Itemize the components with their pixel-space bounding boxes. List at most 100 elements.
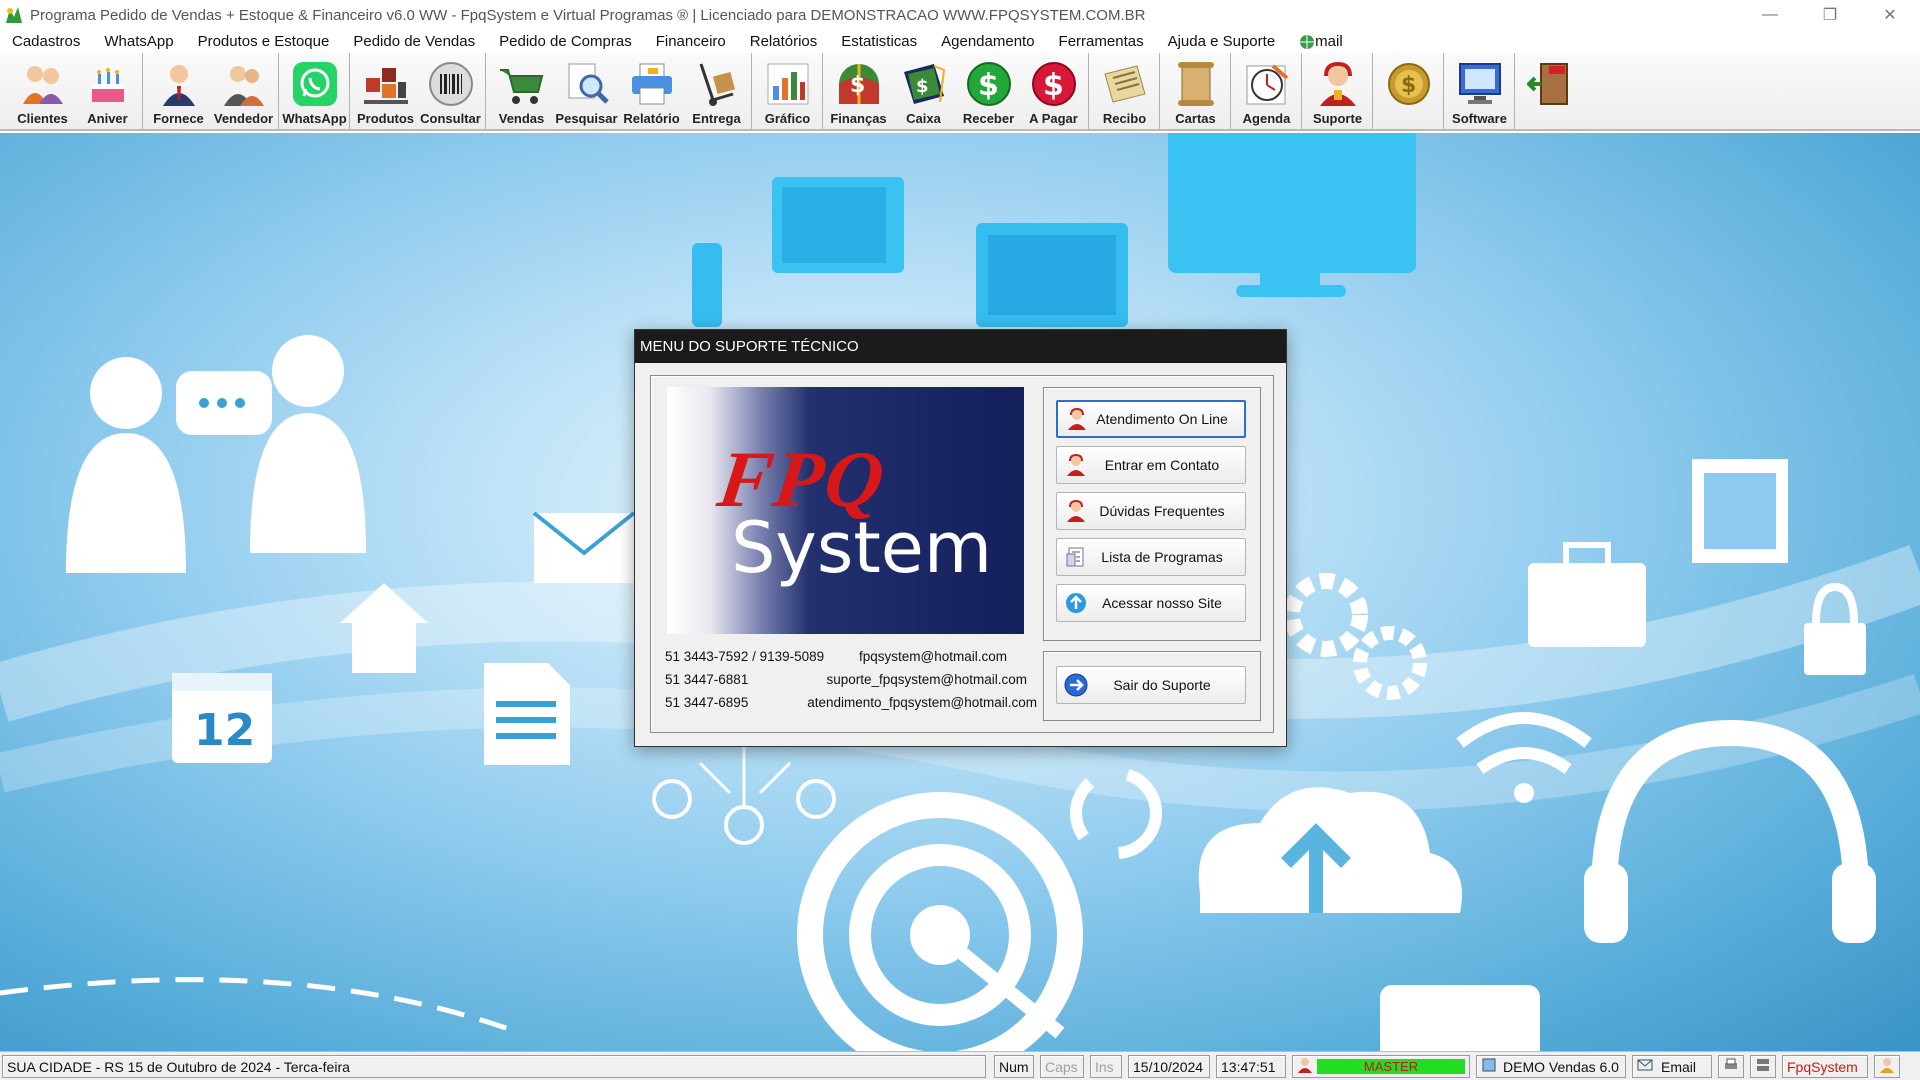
support-agent-icon [1313, 59, 1363, 109]
status-email-button[interactable]: Email [1632, 1055, 1712, 1078]
toolbar-apagar-button[interactable]: $ A Pagar [1021, 53, 1086, 129]
faq-button[interactable]: Dúvidas Frequentes [1056, 492, 1246, 530]
printer-icon [1723, 1057, 1739, 1076]
document-list-icon [1063, 544, 1089, 570]
menu-email[interactable]: mail [1287, 33, 1355, 50]
menu-agendamento[interactable]: Agendamento [929, 33, 1046, 50]
shopping-cart-icon [497, 59, 547, 109]
supplier-icon [154, 59, 204, 109]
menu-bar: Cadastros WhatsApp Produtos e Estoque Pe… [0, 30, 1920, 53]
seller-icon [219, 59, 269, 109]
barcode-icon [426, 59, 476, 109]
menu-whatsapp[interactable]: WhatsApp [92, 33, 185, 50]
support-agent-icon [1063, 498, 1089, 524]
exit-panel: Sair do Suporte [1043, 651, 1261, 721]
toolbar-consultar-button[interactable]: Consultar [418, 53, 483, 129]
email-globe-icon [1300, 34, 1315, 49]
app-logo-icon [4, 5, 24, 25]
status-bar: SUA CIDADE - RS 15 de Outubro de 2024 - … [0, 1051, 1920, 1080]
status-caps: Caps [1040, 1055, 1084, 1078]
menu-pedido-compras[interactable]: Pedido de Compras [487, 33, 644, 50]
toolbar: Clientes Aniver Fornece Vendedor WhatsAp… [0, 53, 1920, 131]
contact-email: suporte_fpqsystem@hotmail.com [826, 672, 1027, 687]
toolbar-vendedor-button[interactable]: Vendedor [211, 53, 276, 129]
support-agent-icon [1064, 406, 1090, 432]
agenda-clock-icon [1242, 59, 1292, 109]
menu-produtos-estoque[interactable]: Produtos e Estoque [186, 33, 342, 50]
svg-text:$: $ [1401, 73, 1416, 98]
toolbar-relatorio-button[interactable]: Relatório [619, 53, 684, 129]
toolbar-aniver-button[interactable]: Aniver [75, 53, 140, 129]
products-icon [361, 59, 411, 109]
toolbar-clientes-button[interactable]: Clientes [10, 53, 75, 129]
menu-financeiro[interactable]: Financeiro [644, 33, 738, 50]
toolbar-exit-button[interactable] [1518, 53, 1583, 129]
gold-coin-icon: $ [1384, 59, 1434, 109]
bar-chart-icon [763, 59, 813, 109]
cash-book-icon: $ [899, 59, 949, 109]
contact-list: 51 3443-7592 / 9139-5089 fpqsystem@hotma… [665, 646, 1037, 715]
whatsapp-icon [290, 59, 340, 109]
contact-us-button[interactable]: Entrar em Contato [1056, 446, 1246, 484]
toolbar-coins-button[interactable]: $ [1376, 53, 1441, 129]
toolbar-recibo-button[interactable]: Recibo [1092, 53, 1157, 129]
email-label: Email [1661, 1058, 1697, 1075]
receipt-icon [1100, 59, 1150, 109]
contact-phone: 51 3447-6881 [665, 672, 749, 687]
toolbar-fornece-button[interactable]: Fornece [146, 53, 211, 129]
contact-row: 51 3443-7592 / 9139-5089 fpqsystem@hotma… [665, 646, 1037, 669]
toolbar-financas-button[interactable]: $ Finanças [826, 53, 891, 129]
toolbar-produtos-button[interactable]: Produtos [353, 53, 418, 129]
menu-relatorios[interactable]: Relatórios [738, 33, 830, 50]
visit-site-button[interactable]: Acessar nosso Site [1056, 584, 1246, 622]
contact-email: atendimento_fpqsystem@hotmail.com [807, 695, 1037, 710]
finance-globe-icon: $ [834, 59, 884, 109]
status-print-button[interactable] [1718, 1055, 1744, 1078]
support-buttons-panel: Atendimento On Line Entrar em Contato Dú… [1043, 387, 1261, 641]
svg-text:$: $ [916, 76, 929, 97]
version-icon [1481, 1057, 1497, 1076]
contact-phone: 51 3443-7592 / 9139-5089 [665, 649, 825, 664]
status-help-button[interactable] [1874, 1055, 1900, 1078]
toolbar-entrega-button[interactable]: Entrega [684, 53, 749, 129]
menu-estatisticas[interactable]: Estatisticas [829, 33, 929, 50]
online-support-button[interactable]: Atendimento On Line [1056, 400, 1246, 438]
toolbar-caixa-button[interactable]: $ Caixa [891, 53, 956, 129]
status-version: DEMO Vendas 6.0 [1476, 1055, 1626, 1078]
toolbar-pesquisar-button[interactable]: Pesquisar [554, 53, 619, 129]
support-agent-icon [1879, 1057, 1895, 1076]
user-icon [1297, 1057, 1313, 1076]
svg-text:$: $ [978, 68, 999, 103]
version-label: DEMO Vendas 6.0 [1503, 1058, 1619, 1075]
user-name: MASTER [1317, 1059, 1465, 1074]
email-icon [1637, 1057, 1653, 1076]
contact-row: 51 3447-6895 atendimento_fpqsystem@hotma… [665, 692, 1037, 715]
exit-support-button[interactable]: Sair do Suporte [1056, 666, 1246, 704]
menu-ferramentas[interactable]: Ferramentas [1047, 33, 1156, 50]
program-list-button[interactable]: Lista de Programas [1056, 538, 1246, 576]
close-button[interactable]: ✕ [1860, 0, 1920, 30]
status-time: 13:47:51 [1216, 1055, 1286, 1078]
svg-text:$: $ [850, 73, 865, 98]
support-agent-icon [1063, 452, 1089, 478]
toolbar-agenda-button[interactable]: Agenda [1234, 53, 1299, 129]
restore-button[interactable]: ❐ [1800, 0, 1860, 30]
minimize-button[interactable]: — [1740, 0, 1800, 30]
status-settings-button[interactable] [1750, 1055, 1776, 1078]
menu-ajuda-suporte[interactable]: Ajuda e Suporte [1156, 33, 1288, 50]
hand-truck-icon [692, 59, 742, 109]
search-icon [562, 59, 612, 109]
toolbar-software-button[interactable]: Software [1447, 53, 1512, 129]
menu-cadastros[interactable]: Cadastros [0, 33, 92, 50]
toolbar-grafico-button[interactable]: Gráfico [755, 53, 820, 129]
status-user: MASTER [1292, 1055, 1470, 1078]
calendar-day: 12 [194, 705, 255, 756]
toolbar-suporte-button[interactable]: Suporte [1305, 53, 1370, 129]
server-icon [1755, 1057, 1771, 1076]
toolbar-vendas-button[interactable]: Vendas [489, 53, 554, 129]
toolbar-receber-button[interactable]: $ Receber [956, 53, 1021, 129]
toolbar-cartas-button[interactable]: Cartas [1163, 53, 1228, 129]
window-title: Programa Pedido de Vendas + Estoque & Fi… [30, 6, 1146, 24]
toolbar-whatsapp-button[interactable]: WhatsApp [282, 53, 347, 129]
menu-pedido-vendas[interactable]: Pedido de Vendas [341, 33, 487, 50]
